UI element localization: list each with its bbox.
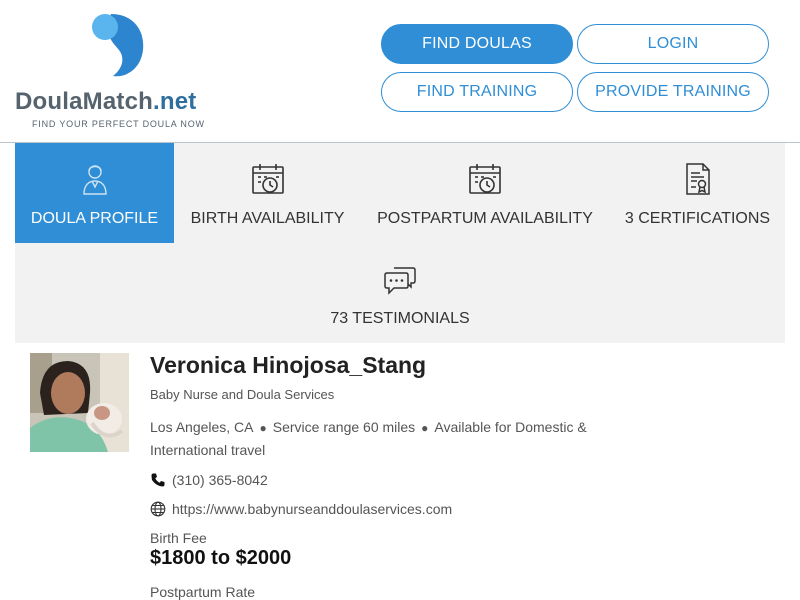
location-text: Los Angeles, CA: [150, 419, 254, 435]
chat-bubbles-icon: [384, 267, 416, 295]
tab-label: BIRTH AVAILABILITY: [190, 210, 345, 227]
tab-label: 3 CERTIFICATIONS: [624, 210, 771, 227]
site-logo[interactable]: DoulaMatch.net FIND YOUR PERFECT DOULA N…: [15, 10, 220, 132]
birth-fee-label: Birth Fee: [150, 530, 207, 546]
globe-icon: [150, 501, 166, 517]
tab-doula-profile[interactable]: DOULA PROFILE: [15, 143, 174, 243]
provide-training-button[interactable]: PROVIDE TRAINING: [577, 72, 769, 112]
tab-postpartum-availability[interactable]: POSTPARTUM AVAILABILITY: [370, 143, 600, 243]
business-name: Baby Nurse and Doula Services: [150, 387, 335, 402]
separator-dot: ●: [259, 421, 267, 435]
calendar-clock-icon: [251, 164, 284, 194]
tab-certifications[interactable]: 3 CERTIFICATIONS: [620, 143, 775, 243]
tab-label: POSTPARTUM AVAILABILITY: [377, 210, 593, 227]
find-doulas-button[interactable]: FIND DOULAS: [381, 24, 573, 64]
website-row: https://www.babynurseanddoulaservices.co…: [150, 501, 452, 517]
logo-tld: .net: [153, 88, 197, 115]
logo-drop-icon: [92, 14, 144, 77]
doula-avatar: [30, 353, 129, 452]
calendar-clock-icon: [469, 164, 501, 194]
birth-fee-value: $1800 to $2000: [150, 547, 292, 569]
doula-person-icon: [82, 165, 107, 195]
service-range-text: Service range 60 miles: [272, 419, 416, 435]
find-training-button[interactable]: FIND TRAINING: [381, 72, 573, 112]
profile-tabs: DOULA PROFILE BIRTH AVAILABILITY POSTPAR…: [15, 143, 785, 343]
postpartum-rate-label: Postpartum Rate: [150, 584, 256, 600]
tab-testimonials[interactable]: 73 TESTIMONIALS: [320, 243, 480, 343]
logo-wordmark: DoulaMatch.net: [15, 88, 196, 116]
phone-icon: [151, 473, 165, 487]
avatar-photo: [30, 353, 129, 452]
logo-name: DoulaMatch: [15, 88, 154, 115]
phone-row: (310) 365-8042: [150, 472, 268, 488]
tab-label: DOULA PROFILE: [30, 210, 159, 227]
logo-tagline: FIND YOUR PERFECT DOULA NOW: [32, 119, 205, 129]
tab-birth-availability[interactable]: BIRTH AVAILABILITY: [190, 143, 345, 243]
tab-label: 73 TESTIMONIALS: [330, 310, 470, 327]
separator-dot: ●: [421, 421, 429, 435]
site-header: DoulaMatch.net FIND YOUR PERFECT DOULA N…: [0, 0, 800, 143]
phone-number[interactable]: (310) 365-8042: [172, 472, 268, 488]
doula-name: Veronica Hinojosa_Stang: [150, 352, 427, 378]
certificate-icon: [685, 163, 710, 195]
location-info: Los Angeles, CA ● Service range 60 miles ● A…: [150, 416, 640, 461]
website-link[interactable]: https://www.babynurseanddoulaservices.co…: [172, 501, 452, 517]
login-button[interactable]: LOGIN: [577, 24, 769, 64]
